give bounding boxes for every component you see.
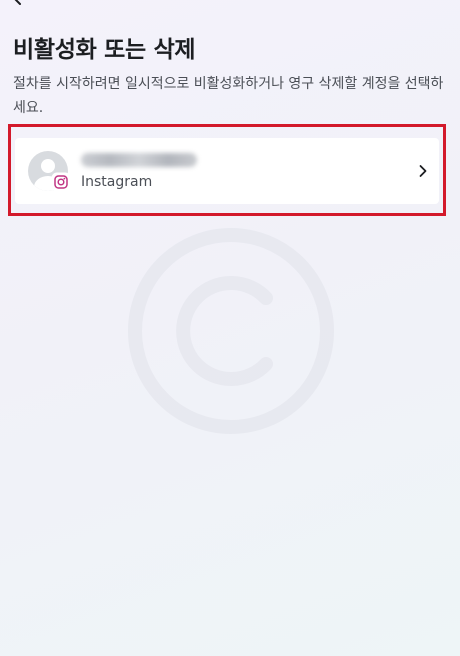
chevron-right-icon[interactable] [415,163,431,179]
account-platform-label: Instagram [81,174,153,190]
back-arrow-icon[interactable] [8,0,26,6]
account-username: •••••••••••• [81,153,197,167]
account-list-item[interactable]: •••••••••••• Instagram [15,138,439,204]
instagram-icon [53,174,69,190]
account-username-text: •••••••••••• [81,153,173,167]
page-description: 절차를 시작하려면 일시적으로 비활성화하거나 영구 삭제할 계정을 선택하세요… [13,76,444,116]
page-title: 비활성화 또는 삭제 [13,37,196,63]
copyright-watermark-icon [128,228,334,434]
